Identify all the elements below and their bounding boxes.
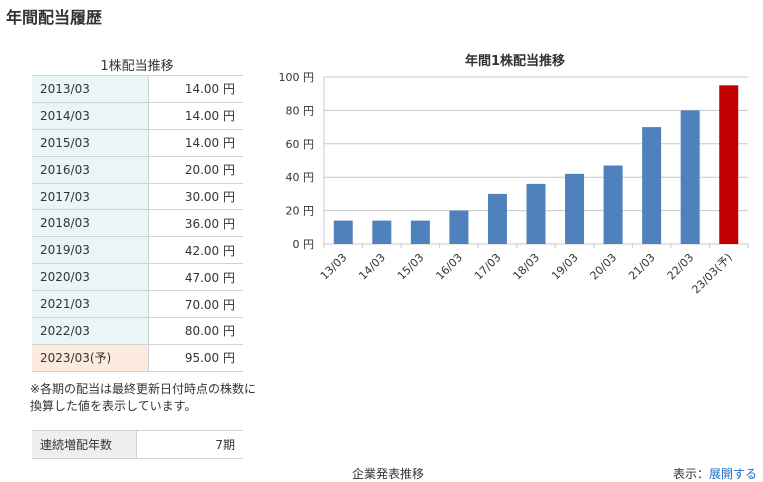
x-tick-label: 21/03 [626,251,658,283]
x-tick-label: 13/03 [318,251,350,283]
bar-13/03 [333,220,353,244]
x-tick-label: 20/03 [588,251,620,283]
bar-19/03 [565,173,585,244]
display-toggle[interactable]: 表示：展開する [673,465,757,482]
y-tick-label: 0 円 [293,238,315,251]
y-tick-label: 80 円 [286,104,315,117]
company-forecast-heading: 企業発表推移 [352,467,425,481]
y-tick-label: 100 円 [279,71,315,84]
dividend-bar-chart: 0 円20 円40 円60 円80 円100 円13/03 14/03 15/03 1… [279,71,749,296]
bar-22/03 [680,110,700,245]
expand-link[interactable]: 展開する [709,467,757,481]
x-tick-label: 16/03 [433,251,465,283]
bar-16/03 [449,210,469,244]
bar-18/03 [526,183,546,244]
x-tick-label: 15/03 [395,251,427,283]
y-tick-label: 20 円 [286,205,315,218]
bar-20/03 [603,165,623,244]
x-tick-label: 17/03 [472,251,504,283]
x-tick-label: 18/03 [511,251,543,283]
x-tick-label: 22/03 [665,251,697,283]
bar-23/03(予) [719,85,739,244]
y-tick-label: 60 円 [286,138,315,151]
bar-14/03 [372,220,392,244]
bar-17/03 [487,193,507,244]
y-tick-label: 40 円 [286,171,315,184]
x-tick-label: 23/03(予) [689,251,734,296]
x-tick-label: 19/03 [549,251,581,283]
bar-21/03 [642,127,662,244]
display-label: 表示： [673,467,710,481]
x-tick-label: 14/03 [356,251,388,283]
bar-15/03 [410,220,430,244]
